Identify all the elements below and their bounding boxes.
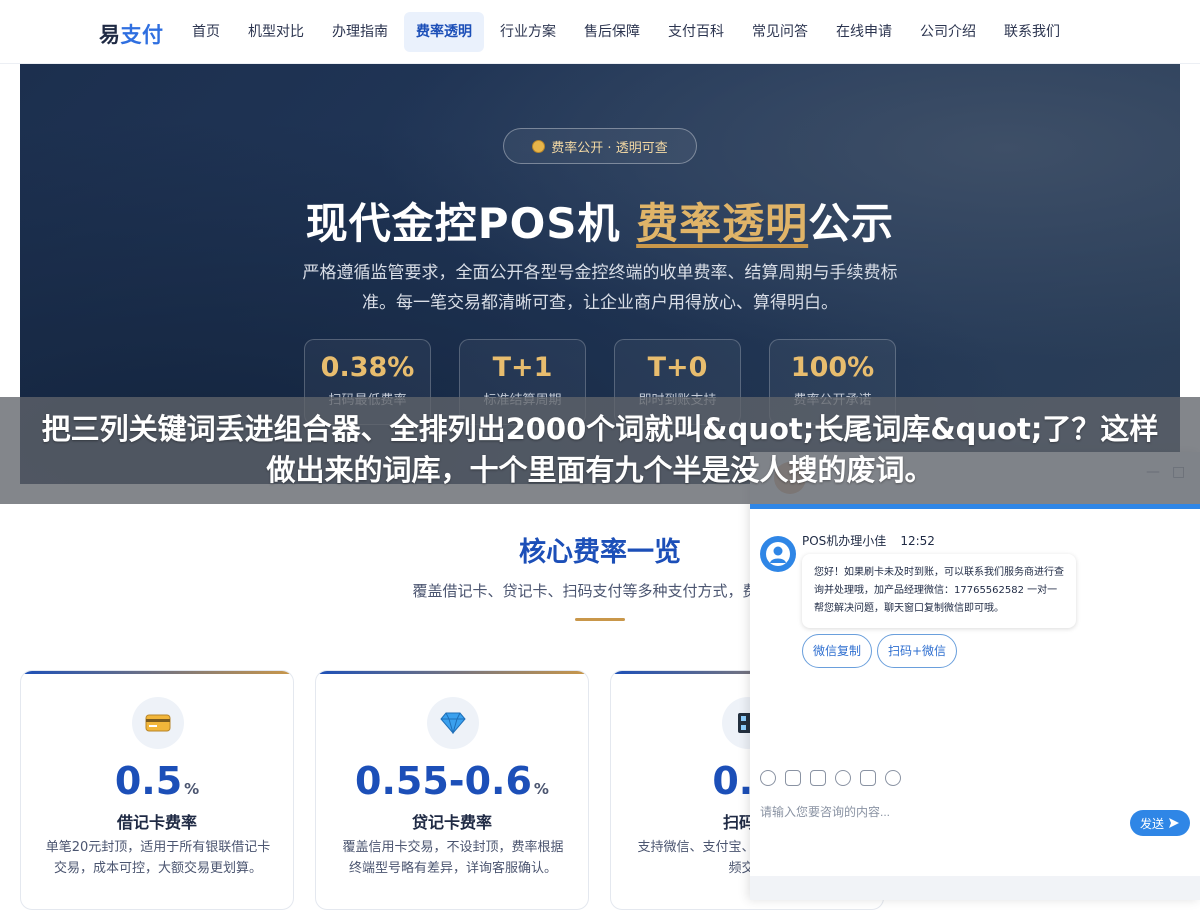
rating-icon[interactable]: [835, 770, 851, 786]
nav-item-industry-solutions[interactable]: 行业方案: [488, 12, 568, 52]
site-logo[interactable]: 易支付: [99, 19, 164, 49]
send-arrow-icon: [1169, 818, 1179, 828]
rate-number: 0.55-0.6: [355, 759, 532, 803]
rate-title: 借记卡费率: [116, 813, 197, 832]
chat-message-bubble: 您好！如果刷卡未及时到账，可以联系我们服务商进行查询并处理哦，加产品经理微信：1…: [802, 554, 1076, 628]
send-button[interactable]: 发送: [1130, 810, 1190, 836]
hero-title: 现代金控POS机 费率透明公示: [20, 190, 1180, 251]
chat-input[interactable]: [760, 802, 1120, 822]
stat-value: 0.38%: [320, 352, 415, 383]
rate-title: 贷记卡费率: [411, 813, 492, 832]
nav-item-rate-transparency[interactable]: 费率透明: [404, 12, 484, 52]
voice-icon[interactable]: [860, 770, 876, 786]
hero-title-part-a: 现代金控POS机: [305, 199, 637, 248]
nav-item-faq[interactable]: 常见问答: [740, 12, 820, 52]
hero-description: 严格遵循监管要求，全面公开各型号金控终端的收单费率、结算周期与手续费标准。每一笔…: [302, 263, 898, 313]
rate-card-credit: 0.55-0.6% 贷记卡费率 覆盖信用卡交易，不设封顶，费率根据终端型号略有差…: [315, 670, 589, 910]
nav-item-after-sales[interactable]: 售后保障: [572, 12, 652, 52]
screenshot-icon[interactable]: [810, 770, 826, 786]
stat-value: 100%: [790, 352, 875, 383]
chat-footer-bar: [750, 876, 1200, 900]
rate-unit: %: [184, 780, 200, 798]
rate-unit: %: [533, 780, 549, 798]
card-top-accent: [316, 671, 588, 674]
stat-value: T+0: [647, 352, 708, 383]
scan-wechat-button[interactable]: 扫码+微信: [877, 634, 958, 668]
logo-text-part2: 支付: [120, 23, 164, 47]
rate-value: 0.5%: [21, 759, 293, 803]
logo-text-part1: 易: [99, 23, 121, 47]
agent-avatar: [760, 536, 796, 572]
rate-value: 0.55-0.6%: [316, 759, 588, 803]
diamond-icon: [427, 697, 479, 749]
rate-description: 单笔20元封顶，适用于所有银联借记卡交易，成本可控，大额交易更划算。: [45, 840, 271, 876]
stat-value: T+1: [492, 352, 553, 383]
emoji-icon[interactable]: [760, 770, 776, 786]
chat-toolbar: [760, 770, 901, 786]
agent-name: POS机办理小佳: [802, 534, 887, 548]
hero-title-part-b: 公示: [808, 199, 895, 248]
overlay-caption-banner: 把三列关键词丢进组合器、全排列出2000个词就叫&quot;长尾词库&quot;…: [0, 397, 1200, 504]
rate-card-debit: 0.5% 借记卡费率 单笔20元封顶，适用于所有银联借记卡交易，成本可控，大额交…: [20, 670, 294, 910]
rate-number: 0.5: [114, 759, 183, 803]
nav-item-about[interactable]: 公司介绍: [908, 12, 988, 52]
hero-title-highlight: 费率透明: [636, 199, 809, 248]
nav-item-payment-wiki[interactable]: 支付百科: [656, 12, 736, 52]
chat-widget: — □ POS机办理小佳12:52 您好！如果刷卡未及时到账，可以联系我们服务商…: [750, 452, 1200, 900]
nav-item-model-compare[interactable]: 机型对比: [236, 12, 316, 52]
agent-name-line: POS机办理小佳 12:52: [802, 532, 935, 549]
rate-description: 覆盖信用卡交易，不设封顶，费率根据终端型号略有差异，详询客服确认。: [342, 840, 564, 876]
top-navbar: 易支付 首页 机型对比 办理指南 费率透明 行业方案 售后保障 支付百科 常见问…: [0, 0, 1200, 64]
main-nav: 首页 机型对比 办理指南 费率透明 行业方案 售后保障 支付百科 常见问答 在线…: [180, 12, 1076, 52]
nav-item-apply-online[interactable]: 在线申请: [824, 12, 904, 52]
credit-card-icon: [132, 697, 184, 749]
image-icon[interactable]: [785, 770, 801, 786]
money-bag-icon: [532, 139, 546, 153]
nav-item-contact[interactable]: 联系我们: [992, 12, 1072, 52]
message-time: 12:52: [900, 534, 935, 548]
hero-badge: 费率公开 · 透明可查: [503, 128, 697, 164]
wechat-icon[interactable]: [885, 770, 901, 786]
copy-wechat-button[interactable]: 微信复制: [802, 634, 873, 668]
send-label: 发送: [1139, 816, 1164, 831]
nav-item-guide[interactable]: 办理指南: [320, 12, 400, 52]
nav-item-home[interactable]: 首页: [180, 12, 232, 52]
hero-badge-text: 费率公开 · 透明可查: [551, 140, 668, 156]
section-divider: [575, 618, 625, 621]
card-top-accent: [21, 671, 293, 674]
